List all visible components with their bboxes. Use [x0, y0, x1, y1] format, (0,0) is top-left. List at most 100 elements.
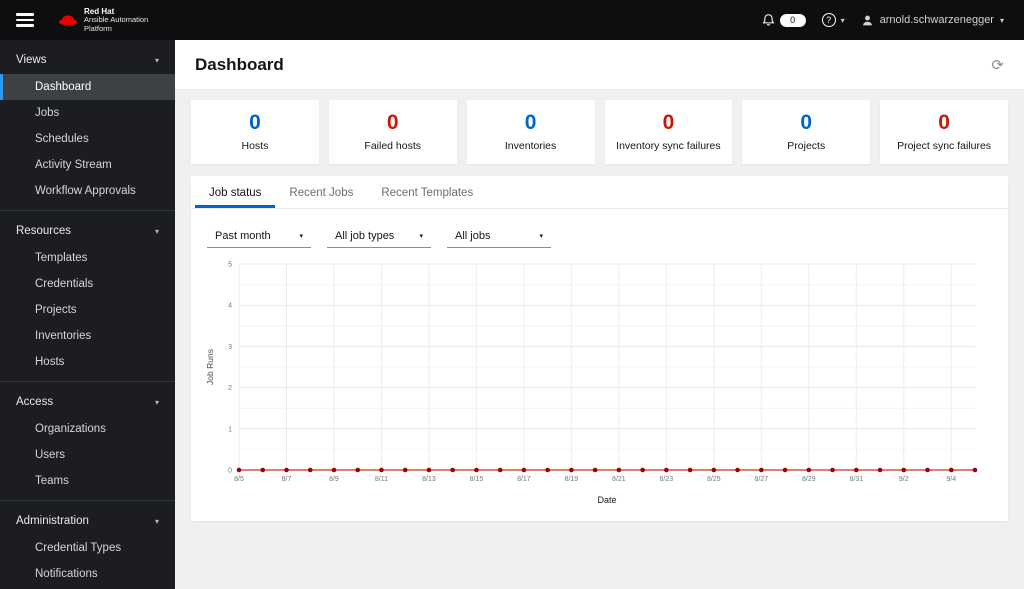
sidebar-item-hosts[interactable]: Hosts	[0, 349, 175, 375]
svg-text:2: 2	[228, 385, 232, 392]
refresh-icon[interactable]: ⟳	[991, 56, 1004, 74]
data-point[interactable]	[497, 467, 503, 473]
sidebar-item-credentials[interactable]: Credentials	[0, 271, 175, 297]
stat-card-inventory-sync-failures[interactable]: 0 Inventory sync failures	[604, 100, 733, 164]
svg-text:8/25: 8/25	[707, 476, 721, 483]
filter-all-jobs[interactable]: All jobs ▾	[447, 225, 551, 248]
data-point[interactable]	[901, 467, 907, 473]
data-point[interactable]	[592, 467, 598, 473]
sidebar-item-schedules[interactable]: Schedules	[0, 126, 175, 152]
data-point[interactable]	[569, 467, 574, 473]
data-point[interactable]	[972, 467, 978, 473]
filter-value: All job types	[335, 230, 395, 242]
sidebar-item-dashboard[interactable]: Dashboard	[0, 74, 175, 100]
data-point[interactable]	[616, 467, 622, 473]
sidebar-item-organizations[interactable]: Organizations	[0, 416, 175, 442]
data-point[interactable]	[782, 467, 788, 473]
data-point[interactable]	[307, 467, 313, 473]
stat-card-failed-hosts[interactable]: 0 Failed hosts	[328, 100, 457, 164]
main-content: Dashboard ⟳ 0 Hosts 0 Failed hosts 0 Inventor…	[175, 40, 1024, 589]
data-point[interactable]	[450, 467, 455, 473]
sidebar-section-label: Resources	[16, 225, 71, 237]
filter-all-job-types[interactable]: All job types ▾	[327, 225, 431, 248]
stat-card-label: Failed hosts	[364, 140, 422, 152]
sidebar-section-header-administration[interactable]: Administration ▾	[0, 506, 175, 535]
svg-text:8/11: 8/11	[375, 476, 388, 483]
data-point[interactable]	[236, 467, 242, 473]
data-point[interactable]	[687, 467, 693, 473]
data-point[interactable]	[759, 467, 764, 473]
tab-recent-jobs[interactable]: Recent Jobs	[275, 176, 367, 208]
data-point[interactable]	[711, 467, 717, 473]
data-point[interactable]	[640, 467, 645, 473]
dashboard-panel: Job status Recent Jobs Recent Templates Pa…	[191, 176, 1008, 521]
svg-text:9/2: 9/2	[899, 476, 909, 483]
data-point[interactable]	[806, 467, 812, 473]
stat-card-inventories[interactable]: 0 Inventories	[466, 100, 595, 164]
data-point[interactable]	[521, 467, 527, 473]
sidebar-item-templates[interactable]: Templates	[0, 245, 175, 271]
filter-value: All jobs	[455, 230, 491, 242]
filter-value: Past month	[215, 230, 271, 242]
chevron-down-icon: ▾	[840, 15, 845, 25]
sidebar-section-header-resources[interactable]: Resources ▾	[0, 216, 175, 245]
svg-text:8/29: 8/29	[802, 476, 816, 483]
svg-text:3: 3	[228, 344, 232, 351]
sidebar-item-workflow-approvals[interactable]: Workflow Approvals	[0, 178, 175, 204]
sidebar-item-users[interactable]: Users	[0, 442, 175, 468]
help-menu[interactable]: ? ▾	[821, 13, 845, 27]
job-runs-chart-svg: 0 1 2 3 4 5 8/5 8/7 8/9 8/11 8/13 8/15 8/17 8/19 8/21 8…	[205, 262, 978, 505]
data-point[interactable]	[830, 467, 835, 473]
sidebar-item-credential-types[interactable]: Credential Types	[0, 535, 175, 561]
data-point[interactable]	[331, 467, 337, 473]
stat-card-projects[interactable]: 0 Projects	[742, 100, 871, 164]
sidebar-item-jobs[interactable]: Jobs	[0, 100, 175, 126]
sidebar-item-inventories[interactable]: Inventories	[0, 323, 175, 349]
data-point[interactable]	[402, 467, 408, 473]
notification-count-badge[interactable]: 0	[779, 13, 806, 27]
data-point[interactable]	[284, 467, 289, 473]
sidebar-section-label: Administration	[16, 515, 89, 527]
svg-text:8/31: 8/31	[849, 476, 863, 483]
sidebar-item-teams[interactable]: Teams	[0, 468, 175, 494]
sidebar-section-label: Access	[16, 396, 54, 408]
sidebar-item-notifications[interactable]: Notifications	[0, 561, 175, 587]
stat-card-project-sync-failures[interactable]: 0 Project sync failures	[880, 100, 1008, 164]
chevron-down-icon: ▾	[154, 397, 159, 407]
summary-cards-row: 0 Hosts 0 Failed hosts 0 Inventories 0 Inventor…	[191, 100, 1008, 164]
logo-product-name-2: Platform	[84, 23, 112, 33]
stat-card-value: 0	[249, 111, 261, 134]
svg-text:8/23: 8/23	[660, 476, 674, 483]
stat-card-hosts[interactable]: 0 Hosts	[191, 100, 319, 164]
sidebar-item-projects[interactable]: Projects	[0, 297, 175, 323]
sidebar-section-header-access[interactable]: Access ▾	[0, 387, 175, 416]
tab-recent-templates[interactable]: Recent Templates	[367, 176, 487, 208]
stat-card-label: Inventories	[504, 140, 557, 152]
filter-past-month[interactable]: Past month ▾	[207, 225, 311, 248]
help-icon[interactable]: ?	[821, 13, 836, 27]
svg-text:Job Runs: Job Runs	[205, 349, 215, 385]
data-point[interactable]	[260, 467, 266, 473]
tab-job-status[interactable]: Job status	[195, 176, 275, 208]
svg-text:8/27: 8/27	[755, 476, 769, 483]
user-menu[interactable]: arnold.schwarzenegger ▾	[861, 14, 1004, 27]
data-point[interactable]	[474, 467, 479, 473]
stat-card-value: 0	[524, 111, 537, 134]
data-point[interactable]	[379, 467, 384, 473]
top-navigation-bar: Red Hat Ansible Automation Platform 0 ? …	[0, 0, 1024, 40]
stat-card-label: Inventory sync failures	[616, 140, 721, 152]
data-point[interactable]	[545, 467, 550, 473]
data-point[interactable]	[877, 467, 883, 473]
svg-text:Date: Date	[597, 495, 616, 505]
sidebar-section-header-views[interactable]: Views ▾	[0, 45, 175, 74]
data-point[interactable]	[664, 467, 669, 473]
data-point[interactable]	[948, 467, 954, 473]
sidebar-item-activity-stream[interactable]: Activity Stream	[0, 152, 175, 178]
data-point[interactable]	[925, 467, 930, 473]
hamburger-menu-icon[interactable]	[16, 10, 34, 30]
data-point[interactable]	[355, 467, 361, 473]
data-point[interactable]	[735, 467, 740, 473]
data-point[interactable]	[426, 467, 432, 473]
notifications-bell-icon[interactable]	[762, 13, 775, 27]
data-point[interactable]	[853, 467, 859, 473]
